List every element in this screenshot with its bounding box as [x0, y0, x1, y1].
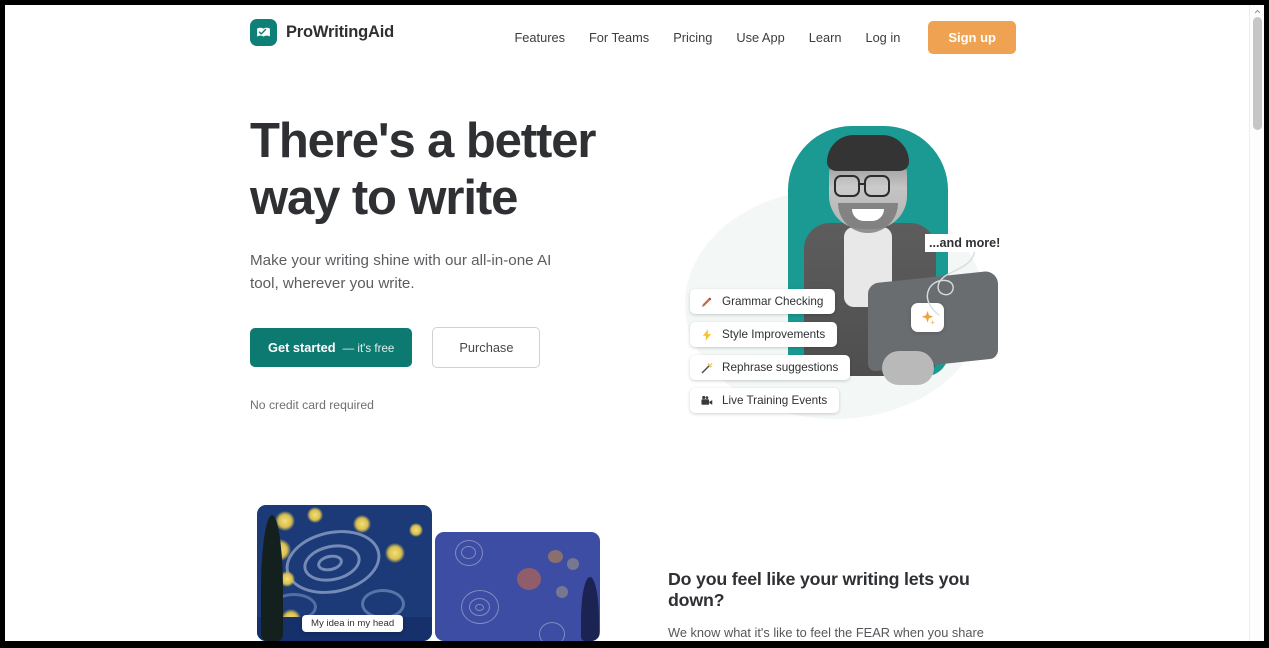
prowritingaid-book-logo-icon	[250, 19, 277, 46]
star-glow	[353, 515, 371, 533]
site-header: ProWritingAid Features For Teams Pricing…	[5, 5, 1249, 61]
brand-name: ProWritingAid	[286, 23, 395, 41]
get-started-label: Get started	[268, 340, 336, 355]
video-camera-icon	[699, 393, 714, 408]
nav-item-learn[interactable]: Learn	[797, 24, 854, 51]
sketch-swirl	[475, 604, 484, 611]
feature-pill-rephrase-suggestions: Rephrase suggestions	[690, 355, 851, 380]
starry-night-caption: My idea in my head	[302, 615, 404, 632]
feature-pill-label: Live Training Events	[722, 394, 828, 407]
hero-subtitle: Make your writing shine with our all-in-…	[250, 252, 552, 292]
lower-section-body: We know what it's like to feel the FEAR …	[668, 625, 984, 640]
lower-section-title: Do you feel like your writing lets you d…	[668, 569, 970, 610]
feature-pill-grammar-checking: Grammar Checking	[690, 289, 836, 314]
glasses-right-lens	[864, 175, 890, 197]
sketch-blob	[548, 550, 563, 563]
sketch-swirl	[539, 622, 565, 641]
feature-pill-label: Style Improvements	[722, 328, 826, 341]
nav-item-for-teams[interactable]: For Teams	[577, 24, 661, 51]
nav-item-pricing[interactable]: Pricing	[661, 24, 724, 51]
webpage: ProWritingAid Features For Teams Pricing…	[5, 5, 1249, 641]
nav-item-use-app[interactable]: Use App	[724, 24, 796, 51]
main-navigation: Features For Teams Pricing Use App Learn…	[502, 21, 1016, 54]
window-bottom-bar	[0, 641, 1269, 648]
sketch-blob	[567, 558, 579, 570]
hero-title: There's a better way to write	[250, 114, 596, 225]
starry-night-image: My idea in my head	[257, 505, 432, 641]
cypress-tree	[261, 515, 283, 641]
hero-section: There's a better way to write Make your …	[5, 61, 1249, 481]
feature-pill-label: Grammar Checking	[722, 295, 824, 308]
hero-cta-group: Get started — it's free Purchase	[250, 327, 650, 368]
person-hair	[827, 135, 909, 171]
hero-illustration: ...and more! Grammar Checking Style Impr…	[660, 109, 1060, 449]
sketch-blob	[556, 586, 568, 598]
feature-pill-style-improvements: Style Improvements	[690, 322, 838, 347]
blue-sketch-card	[435, 532, 600, 641]
magic-wand-icon	[699, 360, 714, 375]
glasses-bridge	[860, 183, 866, 186]
page-viewport: ProWritingAid Features For Teams Pricing…	[5, 5, 1264, 641]
pen-brush-icon	[699, 294, 714, 309]
browser-screen: ProWritingAid Features For Teams Pricing…	[0, 0, 1269, 648]
sketch-cypress-tree	[581, 577, 599, 641]
feature-pill-list: Grammar Checking Style Improvements Reph…	[690, 289, 851, 413]
feature-pill-live-training-events: Live Training Events	[690, 388, 840, 413]
star-glow	[409, 523, 423, 537]
scrollbar-thumb[interactable]	[1253, 17, 1262, 130]
get-started-button[interactable]: Get started — it's free	[250, 328, 413, 367]
star-glow	[385, 543, 405, 563]
feature-pill-label: Rephrase suggestions	[722, 361, 839, 374]
writing-lets-you-down-section: My idea in my head Do you feel like your…	[5, 497, 1249, 641]
purchase-button[interactable]: Purchase	[432, 327, 541, 368]
nav-item-log-in[interactable]: Log in	[853, 24, 912, 51]
nav-item-features[interactable]: Features	[502, 24, 577, 51]
sketch-swirl	[461, 546, 476, 559]
sketch-blob	[517, 568, 541, 590]
person-hand	[882, 351, 934, 385]
and-more-callout: ...and more!	[925, 234, 1005, 252]
star-glow	[307, 507, 323, 523]
no-credit-card-note: No credit card required	[250, 398, 374, 412]
glasses-left-lens	[834, 175, 860, 197]
chevron-up-icon[interactable]	[1254, 8, 1261, 15]
callout-curve-icon	[926, 248, 976, 316]
sign-up-button[interactable]: Sign up	[928, 21, 1016, 54]
vertical-scrollbar[interactable]	[1249, 5, 1264, 641]
brand-logo[interactable]: ProWritingAid	[250, 19, 394, 46]
get-started-suffix: — it's free	[342, 342, 395, 355]
hero-copy: There's a better way to write Make your …	[250, 113, 650, 412]
lightning-bolt-icon	[699, 327, 714, 342]
lower-copy: Do you feel like your writing lets you d…	[668, 569, 1020, 641]
